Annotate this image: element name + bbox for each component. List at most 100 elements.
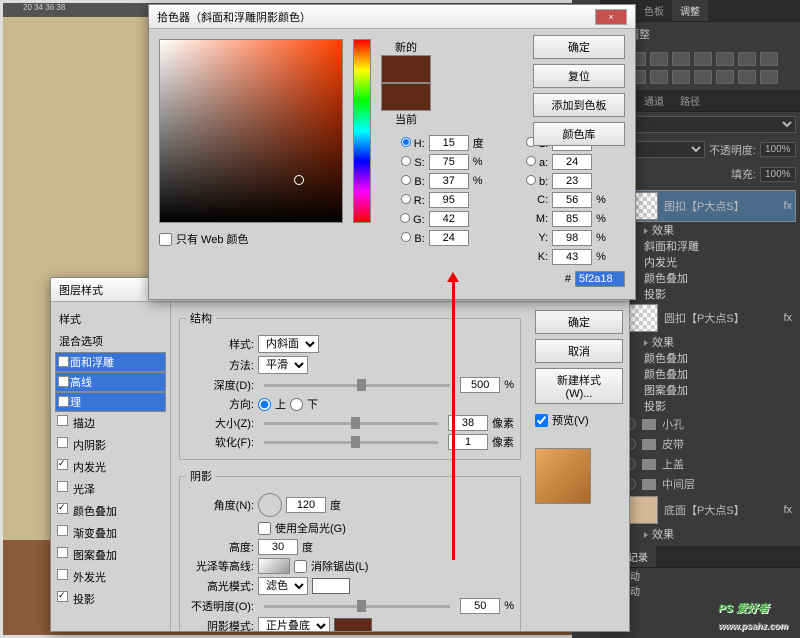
style-item[interactable]: 等高线: [55, 372, 166, 392]
y-input[interactable]: [552, 230, 592, 246]
fill-value[interactable]: 100%: [760, 167, 796, 182]
style-checkbox[interactable]: [57, 503, 68, 514]
antialias-check[interactable]: [294, 560, 307, 573]
bl-radio[interactable]: [401, 232, 411, 242]
g-input[interactable]: [429, 211, 469, 227]
reset-button[interactable]: 复位: [533, 64, 625, 88]
tab-channels[interactable]: 通道: [636, 90, 672, 111]
fx-sub[interactable]: 颜色叠加: [604, 350, 796, 366]
size-slider[interactable]: [264, 422, 438, 425]
dialog-titlebar[interactable]: 拾色器（斜面和浮雕阴影颜色） ×: [149, 5, 635, 29]
style-item[interactable]: 光泽: [55, 478, 166, 500]
adj-icon[interactable]: [716, 70, 734, 84]
adj-icon[interactable]: [694, 52, 712, 66]
opacity-value[interactable]: 100%: [760, 142, 796, 157]
style-checkbox[interactable]: [57, 415, 68, 426]
depth-slider[interactable]: [264, 384, 450, 387]
b-input[interactable]: [429, 173, 469, 189]
angle-input[interactable]: [286, 497, 326, 513]
preview-check[interactable]: [535, 414, 548, 427]
adj-icon[interactable]: [650, 70, 668, 84]
method-select[interactable]: 平滑: [258, 356, 308, 374]
style-checkbox[interactable]: [58, 356, 69, 367]
layer-folder[interactable]: 中间层: [604, 474, 796, 494]
tab-paths[interactable]: 路径: [672, 90, 708, 111]
h-input[interactable]: [429, 135, 469, 151]
shadow-swatch[interactable]: [334, 618, 372, 631]
a-radio[interactable]: [526, 156, 536, 166]
blend-options[interactable]: 混合选项: [55, 330, 166, 352]
r-radio[interactable]: [401, 194, 411, 204]
layer-row[interactable]: 底面【P大点S】fx: [604, 494, 796, 526]
global-light-check[interactable]: [258, 522, 271, 535]
soft-slider[interactable]: [264, 441, 438, 444]
ok-button[interactable]: 确定: [533, 35, 625, 59]
style-item[interactable]: 内发光: [55, 456, 166, 478]
adj-icon[interactable]: [738, 70, 756, 84]
adj-icon[interactable]: [760, 52, 778, 66]
adj-icon[interactable]: [716, 52, 734, 66]
style-checkbox[interactable]: [57, 459, 68, 470]
m-input[interactable]: [552, 211, 592, 227]
highlight-mode-select[interactable]: 滤色: [258, 577, 308, 595]
fx-sub[interactable]: 投影: [604, 398, 796, 414]
adj-icon[interactable]: [760, 70, 778, 84]
layer-thumb[interactable]: [626, 304, 658, 332]
fx-badge[interactable]: fx: [783, 312, 792, 324]
fx-badge[interactable]: fx: [783, 504, 792, 516]
add-swatch-button[interactable]: 添加到色板: [533, 93, 625, 117]
angle-dial[interactable]: [258, 493, 282, 517]
fx-sub[interactable]: 图案叠加: [604, 382, 796, 398]
web-only-check[interactable]: [159, 233, 172, 246]
highlight-swatch[interactable]: [312, 578, 350, 594]
style-item[interactable]: 内阴影: [55, 434, 166, 456]
dir-up-radio[interactable]: [258, 398, 271, 411]
history-item[interactable]: 移动: [600, 568, 800, 583]
style-checkbox[interactable]: [57, 525, 68, 536]
altitude-input[interactable]: [258, 539, 298, 555]
hue-slider[interactable]: [353, 39, 371, 223]
style-item[interactable]: 纹理: [55, 392, 166, 412]
adj-icon[interactable]: [672, 52, 690, 66]
b2-radio[interactable]: [526, 175, 536, 185]
style-checkbox[interactable]: [57, 547, 68, 558]
s-input[interactable]: [429, 154, 469, 170]
adj-icon[interactable]: [738, 52, 756, 66]
adj-icon[interactable]: [650, 52, 668, 66]
layer-folder[interactable]: 皮带: [604, 434, 796, 454]
g-radio[interactable]: [400, 213, 410, 223]
style-item[interactable]: 投影: [55, 588, 166, 610]
saturation-field[interactable]: [159, 39, 343, 223]
fx-sub[interactable]: 效果: [604, 526, 796, 542]
ok-button[interactable]: 确定: [535, 310, 623, 334]
c-input[interactable]: [552, 192, 592, 208]
dir-down-radio[interactable]: [290, 398, 303, 411]
style-item[interactable]: 颜色叠加: [55, 500, 166, 522]
adj-icon[interactable]: [672, 70, 690, 84]
layer-row[interactable]: 圆扣【P大点S】fx: [604, 302, 796, 334]
close-button[interactable]: ×: [595, 9, 627, 25]
cancel-button[interactable]: 取消: [535, 339, 623, 363]
new-style-button[interactable]: 新建样式(W)...: [535, 368, 623, 404]
fx-sub[interactable]: 效果: [604, 334, 796, 350]
tab-adjust[interactable]: 调整: [672, 0, 708, 21]
type-select[interactable]: [630, 116, 796, 133]
fx-badge[interactable]: fx: [783, 200, 792, 212]
color-lib-button[interactable]: 颜色库: [533, 122, 625, 146]
a-input[interactable]: [552, 154, 592, 170]
bl-input[interactable]: [429, 230, 469, 246]
style-item[interactable]: 描边: [55, 412, 166, 434]
gloss-contour[interactable]: [258, 558, 290, 574]
history-item[interactable]: 移动: [600, 583, 800, 598]
style-checkbox[interactable]: [58, 376, 69, 387]
tab-swatch[interactable]: 色板: [636, 0, 672, 21]
style-item[interactable]: 外发光: [55, 566, 166, 588]
layer-thumb[interactable]: [626, 496, 658, 524]
adj-icon[interactable]: [694, 70, 712, 84]
depth-input[interactable]: [460, 377, 500, 393]
style-item[interactable]: 图案叠加: [55, 544, 166, 566]
style-checkbox[interactable]: [57, 481, 68, 492]
fx-sub[interactable]: 颜色叠加: [604, 366, 796, 382]
highlight-opacity-input[interactable]: [460, 598, 500, 614]
r-input[interactable]: [429, 192, 469, 208]
